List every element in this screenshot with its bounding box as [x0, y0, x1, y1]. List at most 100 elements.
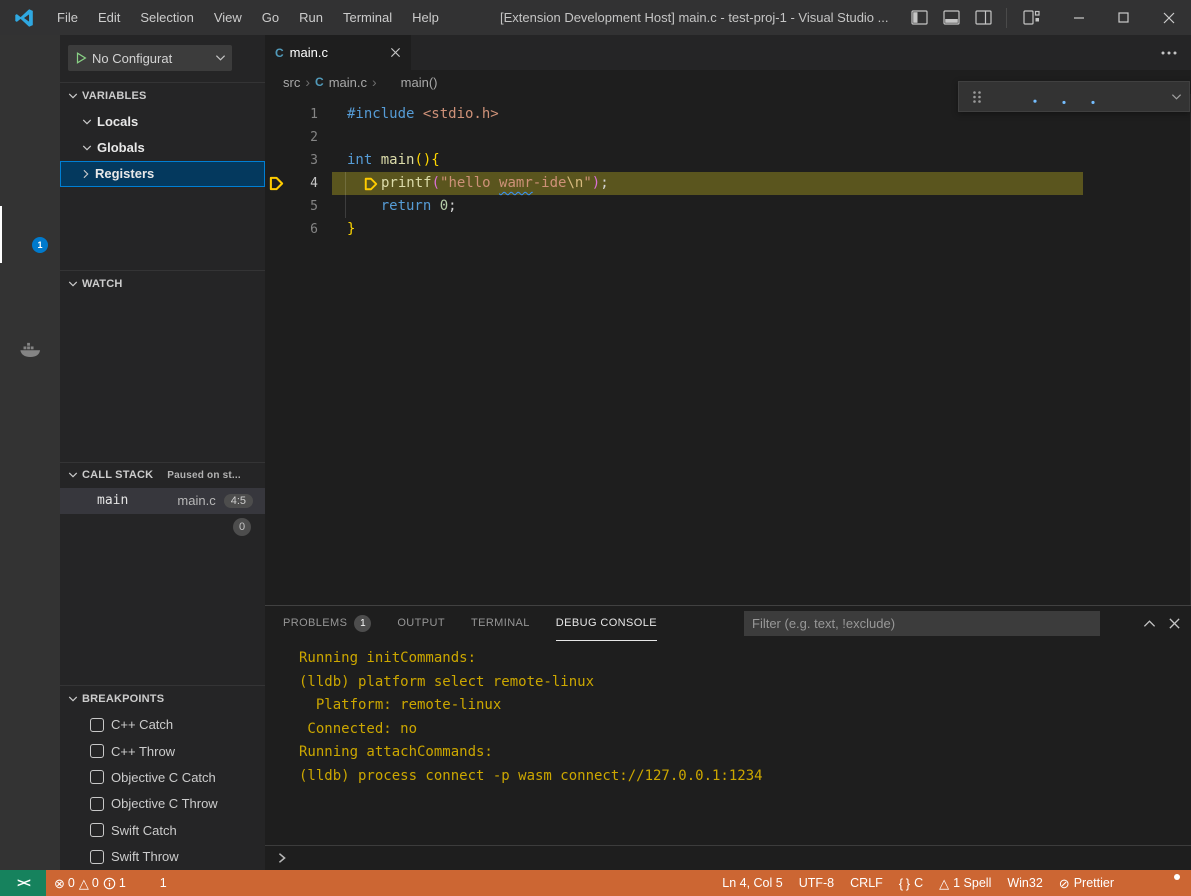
debug-console-output[interactable]: Running initCommands: (lldb) platform se…: [265, 641, 1191, 845]
tab-output[interactable]: OUTPUT: [397, 606, 445, 641]
start-debugging-icon[interactable]: [74, 51, 88, 65]
editor-settings-gear-icon[interactable]: [1096, 44, 1113, 61]
restart-icon[interactable]: [1109, 84, 1136, 110]
variables-section-header[interactable]: VARIABLES: [60, 83, 265, 109]
extensions-icon[interactable]: [0, 377, 60, 434]
run-and-debug-icon[interactable]: 1: [0, 206, 60, 263]
step-into-icon[interactable]: [1051, 84, 1078, 110]
menu-view[interactable]: View: [204, 0, 252, 35]
debug-gear-icon[interactable]: [240, 50, 257, 67]
remote-indicator[interactable]: ><: [0, 870, 46, 896]
language-mode[interactable]: { } C: [891, 870, 931, 896]
formatter-status[interactable]: ⊘ Prettier: [1051, 870, 1122, 896]
launch-configuration-dropdown[interactable]: No Configurat: [68, 45, 232, 71]
tab-problems[interactable]: PROBLEMS 1: [283, 606, 371, 641]
breakpoint-swift-catch[interactable]: Swift Catch: [60, 817, 265, 843]
breakpoint-objc-throw[interactable]: Objective C Throw: [60, 791, 265, 817]
breadcrumb-file[interactable]: main.c: [329, 75, 367, 90]
stack-frame-row[interactable]: main main.c 4:5: [60, 488, 265, 514]
problems-status[interactable]: ⊗ 0 △ 0 1: [46, 870, 134, 896]
menu-help[interactable]: Help: [402, 0, 449, 35]
tools-status[interactable]: 1: [134, 870, 175, 896]
checkbox[interactable]: [90, 823, 104, 837]
account-icon[interactable]: [0, 756, 60, 813]
debug-sidebar: No Configurat VARIABLES Locals: [60, 35, 265, 870]
star-icon[interactable]: [0, 434, 60, 491]
search-icon[interactable]: [0, 92, 60, 149]
settings-gear-icon[interactable]: [0, 813, 60, 870]
debug-toolbar-chevron-icon[interactable]: [1168, 84, 1186, 110]
maximize-panel-chevron-up-icon[interactable]: [1143, 619, 1156, 628]
encoding[interactable]: UTF-8: [791, 870, 842, 896]
feedback-item[interactable]: [1122, 870, 1154, 896]
menu-terminal[interactable]: Terminal: [333, 0, 402, 35]
code-token: main: [381, 149, 415, 172]
eol-sequence[interactable]: CRLF: [842, 870, 891, 896]
spell-checker-status[interactable]: △ 1 Spell: [931, 870, 999, 896]
explorer-icon[interactable]: [0, 35, 60, 92]
breakpoint-swift-throw[interactable]: Swift Throw: [60, 844, 265, 870]
variables-item-locals[interactable]: Locals: [60, 109, 265, 135]
close-tab-icon[interactable]: [390, 47, 401, 58]
breadcrumb-symbol[interactable]: main(): [401, 75, 438, 90]
variables-item-globals[interactable]: Globals: [60, 135, 265, 161]
call-stack-section-header[interactable]: CALL STACK Paused on st...: [60, 462, 265, 488]
info-icon: [103, 877, 116, 890]
checkbox[interactable]: [90, 850, 104, 864]
notifications-item[interactable]: [1154, 870, 1191, 896]
menu-go[interactable]: Go: [252, 0, 289, 35]
toolbar-drag-handle[interactable]: [963, 84, 990, 110]
watch-section-header[interactable]: WATCH: [60, 270, 265, 296]
call-stack-section-title: CALL STACK: [82, 469, 153, 481]
remote-explorer-icon[interactable]: [0, 263, 60, 320]
checkbox[interactable]: [90, 744, 104, 758]
more-actions-icon[interactable]: [1161, 51, 1177, 55]
checkbox[interactable]: [90, 797, 104, 811]
breadcrumb-folder[interactable]: src: [283, 75, 300, 90]
minimize-button[interactable]: [1056, 0, 1101, 35]
tab-main-c[interactable]: C main.c: [265, 35, 411, 70]
close-window-button[interactable]: [1146, 0, 1191, 35]
tab-terminal[interactable]: TERMINAL: [471, 606, 530, 641]
disconnect-icon[interactable]: [1138, 84, 1165, 110]
language-label: C: [914, 876, 923, 890]
menu-selection[interactable]: Selection: [130, 0, 203, 35]
console-filter-input[interactable]: [744, 611, 1100, 636]
cursor-position[interactable]: Ln 4, Col 5: [714, 870, 790, 896]
breakpoint-cpp-catch[interactable]: C++ Catch: [60, 711, 265, 737]
breakpoint-cpp-throw[interactable]: C++ Throw: [60, 738, 265, 764]
copy-icon[interactable]: [243, 89, 257, 103]
step-out-icon[interactable]: [1080, 84, 1107, 110]
menu-edit[interactable]: Edit: [88, 0, 130, 35]
checkbox[interactable]: [90, 718, 104, 732]
debug-current-line-arrow-icon[interactable]: [265, 176, 287, 191]
platform-status[interactable]: Win32: [999, 870, 1050, 896]
code-editor[interactable]: 1 #include <stdio.h> 2 3 int main(){ 4: [265, 94, 1191, 605]
debug-status-icon-item[interactable]: [175, 870, 208, 896]
maximize-button[interactable]: [1101, 0, 1146, 35]
breakpoint-objc-catch[interactable]: Objective C Catch: [60, 764, 265, 790]
code-line-5: 5 return 0;: [265, 195, 1190, 218]
code-token: ): [592, 172, 600, 195]
tab-debug-console[interactable]: DEBUG CONSOLE: [556, 606, 657, 641]
line-number: 4: [287, 172, 318, 195]
console-line: Running attachCommands:: [299, 741, 1191, 765]
checkbox[interactable]: [90, 770, 104, 784]
status-bar: >< ⊗ 0 △ 0 1 1 Ln 4, Col 5 UTF-8 CRLF: [0, 870, 1191, 896]
breakpoints-section-header[interactable]: BREAKPOINTS: [60, 685, 265, 711]
tab-label: OUTPUT: [397, 617, 445, 629]
split-editor-icon[interactable]: [1129, 45, 1145, 61]
continue-icon[interactable]: [992, 84, 1019, 110]
run-or-debug-icon[interactable]: [1054, 44, 1080, 62]
source-control-icon[interactable]: [0, 149, 60, 206]
menu-file[interactable]: File: [47, 0, 88, 35]
docker-icon[interactable]: [0, 320, 60, 377]
step-over-icon[interactable]: [1021, 84, 1048, 110]
variables-item-registers[interactable]: Registers: [60, 161, 265, 187]
debug-console-input[interactable]: [265, 845, 1191, 870]
customize-layout-icon[interactable]: [1007, 10, 1056, 25]
clear-console-icon[interactable]: [1114, 616, 1131, 632]
menu-run[interactable]: Run: [289, 0, 333, 35]
error-count: 0: [68, 876, 75, 890]
close-panel-icon[interactable]: [1168, 617, 1181, 630]
